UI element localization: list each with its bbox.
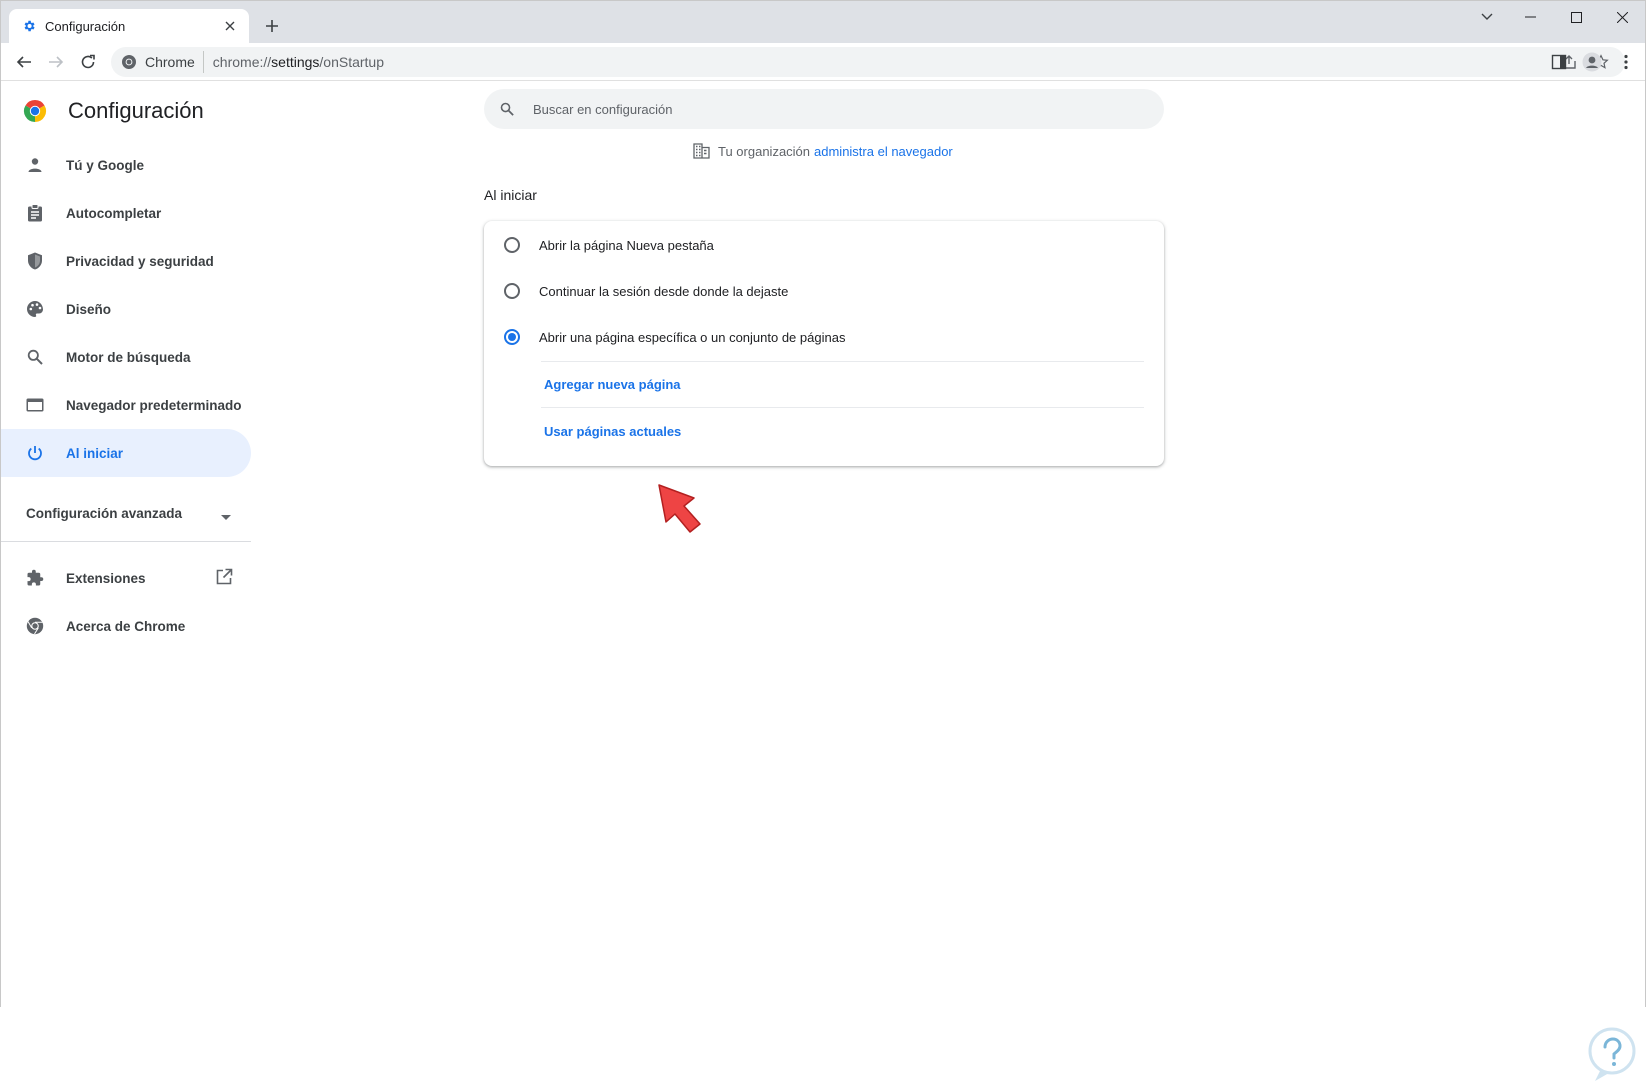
startup-options-card: Abrir la página Nueva pestaña Continuar … <box>484 221 1164 466</box>
sidebar-item-privacy[interactable]: Privacidad y seguridad <box>1 237 251 285</box>
radio-button-checked[interactable] <box>504 329 520 345</box>
puzzle-icon <box>25 568 45 588</box>
sidebar-item-label: Tú y Google <box>66 157 145 173</box>
sidebar-item-label: Al iniciar <box>66 445 124 461</box>
card-divider <box>541 361 1144 362</box>
kebab-menu-icon[interactable] <box>1613 49 1639 75</box>
managed-text: Tu organización <box>718 143 811 159</box>
tab-settings[interactable]: Configuración <box>9 9 249 43</box>
radio-option-new-tab[interactable]: Abrir la página Nueva pestaña <box>484 221 1164 269</box>
palette-icon <box>25 299 45 319</box>
maximize-button[interactable] <box>1553 1 1599 33</box>
clipboard-icon <box>25 203 45 223</box>
sidebar-item-on-startup[interactable]: Al iniciar <box>1 429 251 477</box>
sidebar-item-label: Privacidad y seguridad <box>66 253 214 269</box>
settings-header: Configuración <box>23 96 204 126</box>
url-path: /onStartup <box>319 54 385 70</box>
sidebar-item-about-chrome[interactable]: Acerca de Chrome <box>1 602 251 650</box>
tab-search-chevron-icon[interactable] <box>1467 1 1507 33</box>
sidebar-item-label: Autocompletar <box>66 205 162 221</box>
sidebar-item-label: Acerca de Chrome <box>66 618 186 634</box>
sidebar-item-label: Motor de búsqueda <box>66 349 191 365</box>
caret-down-icon <box>221 509 231 524</box>
settings-sidebar: Tú y Google Autocompletar Privacidad y s… <box>1 141 251 650</box>
search-input[interactable] <box>533 101 1133 117</box>
card-divider <box>541 407 1144 408</box>
url-text: chrome://settings/onStartup <box>213 54 384 70</box>
settings-page: Configuración Tú y Google Autocompletar … <box>1 82 1645 1081</box>
minimize-button[interactable] <box>1507 1 1553 33</box>
close-window-button[interactable] <box>1599 1 1645 33</box>
radio-button[interactable] <box>504 283 520 299</box>
sidebar-divider <box>1 541 251 542</box>
sidebar-item-appearance[interactable]: Diseño <box>1 285 251 333</box>
reload-button[interactable] <box>75 49 101 75</box>
site-chip-label: Chrome <box>145 54 195 70</box>
sidebar-item-you-and-google[interactable]: Tú y Google <box>1 141 251 189</box>
person-icon <box>25 155 45 175</box>
red-pointer-arrow-icon <box>656 482 704 539</box>
radio-label: Abrir la página Nueva pestaña <box>539 237 714 253</box>
browser-toolbar: Chrome chrome://settings/onStartup <box>1 43 1645 81</box>
sidebar-item-autofill[interactable]: Autocompletar <box>1 189 251 237</box>
tab-title: Configuración <box>45 18 126 34</box>
settings-search-box[interactable] <box>484 89 1164 129</box>
browser-icon <box>25 395 45 415</box>
url-scheme: chrome:// <box>212 54 272 70</box>
url-host: settings <box>271 54 320 70</box>
use-current-pages-link[interactable]: Usar páginas actuales <box>544 424 681 439</box>
chrome-icon <box>25 616 45 636</box>
sidebar-item-search-engine[interactable]: Motor de búsqueda <box>1 333 251 381</box>
back-button[interactable] <box>11 49 37 75</box>
radio-option-continue[interactable]: Continuar la sesión desde donde la dejas… <box>484 267 1164 315</box>
open-in-new-icon <box>215 568 233 589</box>
watermark-logo-icon <box>1587 1027 1637 1088</box>
chrome-icon <box>121 54 137 70</box>
sidebar-item-label: Extensiones <box>66 570 146 586</box>
tab-strip: Configuración <box>1 1 1645 43</box>
managed-link[interactable]: administra el navegador <box>814 144 953 159</box>
forward-button[interactable] <box>43 49 69 75</box>
new-tab-button[interactable] <box>261 15 283 37</box>
sidebar-item-label: Navegador predeterminado <box>66 397 242 413</box>
radio-option-specific-pages[interactable]: Abrir una página específica o un conjunt… <box>484 313 1164 361</box>
sidebar-advanced-toggle[interactable]: Configuración avanzada <box>1 485 251 541</box>
radio-label: Continuar la sesión desde donde la dejas… <box>539 283 789 299</box>
side-panel-icon[interactable] <box>1546 49 1572 75</box>
add-new-page-link[interactable]: Agregar nueva página <box>544 377 681 392</box>
radio-label: Abrir una página específica o un conjunt… <box>539 329 846 345</box>
close-tab-icon[interactable] <box>221 17 239 35</box>
address-bar[interactable]: Chrome chrome://settings/onStartup <box>111 47 1625 77</box>
page-title: Configuración <box>68 98 204 123</box>
site-info-chip[interactable]: Chrome <box>119 51 204 73</box>
browser-window: Configuración Chrome chrome://settings/o… <box>0 0 1646 1081</box>
chrome-logo-icon <box>23 99 47 123</box>
search-icon <box>497 99 517 119</box>
gear-icon <box>21 18 37 34</box>
shield-icon <box>25 251 45 271</box>
sidebar-advanced-label: Configuración avanzada <box>26 505 183 521</box>
search-icon <box>25 347 45 367</box>
sidebar-item-extensions[interactable]: Extensiones <box>1 554 251 602</box>
sidebar-item-label: Diseño <box>66 301 112 317</box>
profile-avatar-icon[interactable] <box>1579 49 1605 75</box>
building-icon <box>693 143 710 159</box>
managed-notice: Tu organización administra el navegador <box>693 142 953 160</box>
sidebar-item-default-browser[interactable]: Navegador predeterminado <box>1 381 251 429</box>
power-icon <box>25 443 45 463</box>
radio-button[interactable] <box>504 237 520 253</box>
window-controls <box>1467 1 1645 33</box>
section-title: Al iniciar <box>484 187 537 203</box>
